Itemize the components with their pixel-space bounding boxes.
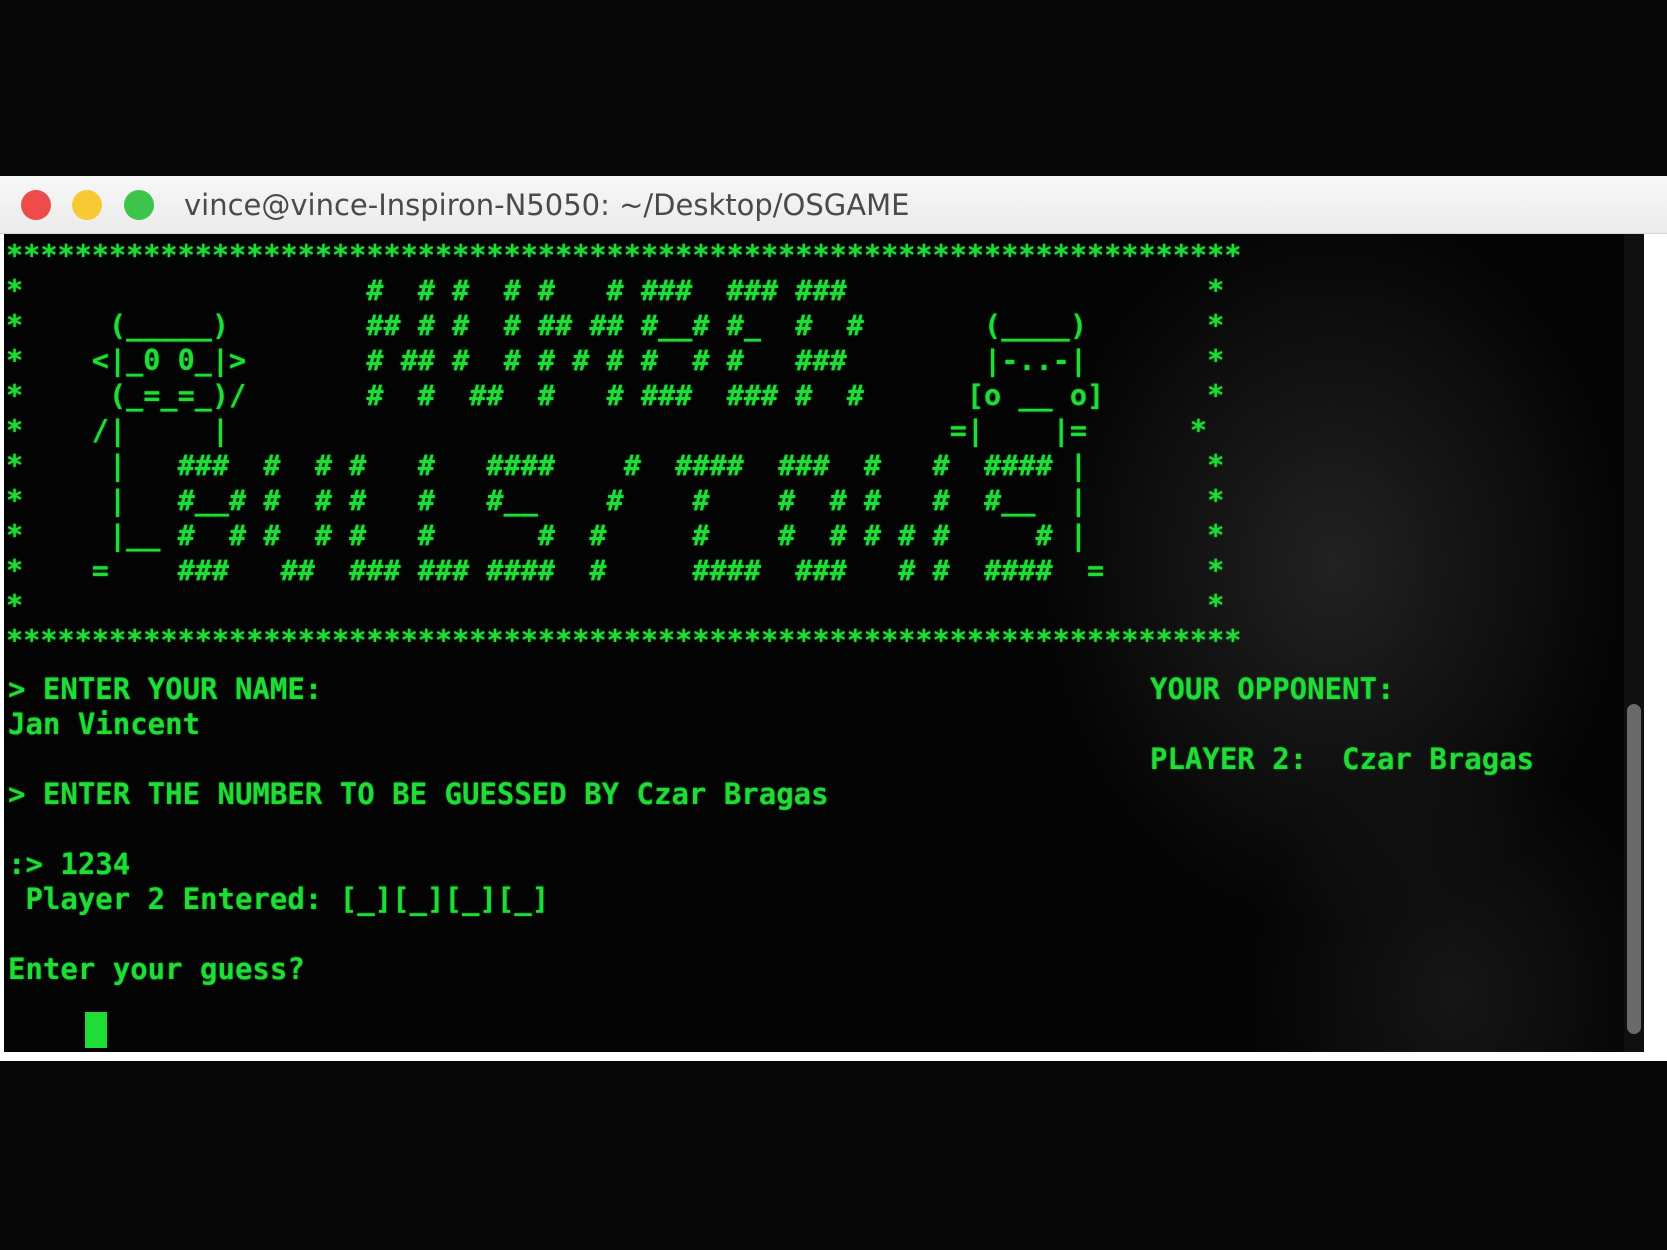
terminal-window: vince@vince-Inspiron-N5050: ~/Desktop/OS… <box>0 176 1667 1061</box>
window-title: vince@vince-Inspiron-N5050: ~/Desktop/OS… <box>184 188 910 222</box>
terminal-content[interactable]: ****************************************… <box>4 234 1644 1052</box>
scrollbar-track[interactable] <box>1624 234 1644 1052</box>
enter-number-prompt: > ENTER THE NUMBER TO BE GUESSED BY Czar… <box>8 777 829 811</box>
guess-prompt: Enter your guess? <box>8 952 305 986</box>
maximize-button[interactable] <box>124 190 154 220</box>
scrollbar-thumb[interactable] <box>1627 704 1641 1034</box>
screen-background: vince@vince-Inspiron-N5050: ~/Desktop/OS… <box>0 0 1667 1250</box>
number-input-line: :> 1234 <box>8 847 131 881</box>
opponent-player-line: PLAYER 2: Czar Bragas <box>1150 742 1535 776</box>
opponent-heading: YOUR OPPONENT: <box>1150 672 1395 706</box>
player-name-value: Jan Vincent <box>8 707 201 741</box>
minimize-button[interactable] <box>72 190 102 220</box>
enter-name-prompt: > ENTER YOUR NAME: <box>8 672 323 706</box>
title-bar[interactable]: vince@vince-Inspiron-N5050: ~/Desktop/OS… <box>0 176 1667 234</box>
player2-entered-line: Player 2 Entered: [_][_][_][_] <box>8 882 550 916</box>
close-button[interactable] <box>21 190 51 220</box>
ascii-banner: ****************************************… <box>6 239 1242 657</box>
text-cursor <box>85 1012 107 1048</box>
